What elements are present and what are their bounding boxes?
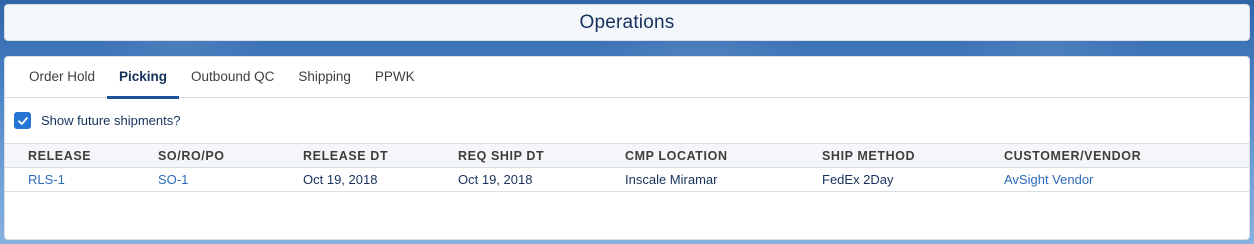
column-header-customer-vendor[interactable]: CUSTOMER/VENDOR <box>981 144 1249 168</box>
operations-panel: Order Hold Picking Outbound QC Shipping … <box>4 56 1250 240</box>
release-link[interactable]: RLS-1 <box>28 172 65 187</box>
release-dt-cell: Oct 19, 2018 <box>303 172 378 187</box>
page-header: Operations <box>4 4 1250 41</box>
picking-table: RELEASE SO/RO/PO RELEASE DT REQ SHIP DT … <box>5 143 1249 192</box>
future-shipments-checkbox[interactable] <box>14 112 31 129</box>
order-link[interactable]: SO-1 <box>158 172 188 187</box>
column-header-order[interactable]: SO/RO/PO <box>135 144 280 168</box>
future-shipments-filter: Show future shipments? <box>5 98 1249 143</box>
tab-outbound-qc[interactable]: Outbound QC <box>179 57 286 98</box>
column-header-release-dt[interactable]: RELEASE DT <box>280 144 435 168</box>
page-title: Operations <box>579 11 675 33</box>
req-ship-dt-cell: Oct 19, 2018 <box>458 172 533 187</box>
column-header-cmp-location[interactable]: CMP LOCATION <box>602 144 799 168</box>
column-header-release[interactable]: RELEASE <box>5 144 135 168</box>
cmp-location-cell: Inscale Miramar <box>625 172 718 187</box>
tab-picking[interactable]: Picking <box>107 57 180 99</box>
tab-shipping[interactable]: Shipping <box>286 57 363 98</box>
tab-bar: Order Hold Picking Outbound QC Shipping … <box>5 57 1249 99</box>
table-row: RLS-1 SO-1 Oct 19, 2018 Oct 19, 2018 Ins… <box>5 168 1249 192</box>
table-header-row: RELEASE SO/RO/PO RELEASE DT REQ SHIP DT … <box>5 143 1249 168</box>
column-header-req-ship-dt[interactable]: REQ SHIP DT <box>435 144 602 168</box>
checkmark-icon <box>17 116 28 125</box>
customer-vendor-link[interactable]: AvSight Vendor <box>1004 172 1093 187</box>
tab-ppwk[interactable]: PPWK <box>363 57 427 98</box>
tab-order-hold[interactable]: Order Hold <box>17 57 107 98</box>
column-header-ship-method[interactable]: SHIP METHOD <box>799 144 981 168</box>
ship-method-cell: FedEx 2Day <box>822 172 894 187</box>
future-shipments-label: Show future shipments? <box>41 113 181 128</box>
